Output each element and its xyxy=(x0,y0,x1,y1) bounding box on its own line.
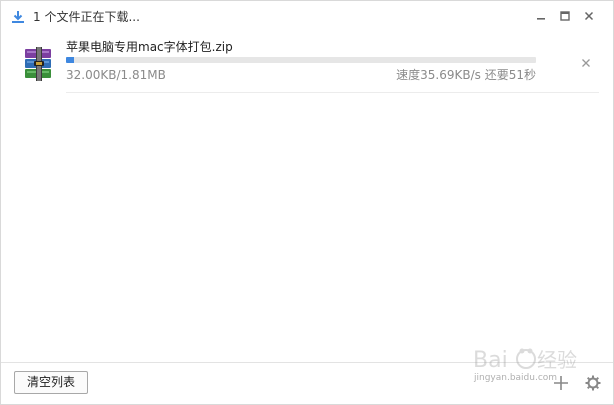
speed-remaining-text: 速度35.69KB/s 还要51秒 xyxy=(396,68,536,82)
item-divider xyxy=(66,92,599,93)
watermark-url: jingyan.baidu.com xyxy=(474,373,558,383)
minimize-button[interactable] xyxy=(532,7,550,25)
add-download-button[interactable] xyxy=(553,375,569,391)
svg-text:Bai: Bai xyxy=(473,348,508,373)
maximize-button[interactable] xyxy=(556,7,574,25)
clear-list-button[interactable]: 清空列表 xyxy=(14,371,88,394)
winrar-archive-icon xyxy=(22,47,56,81)
maximize-icon xyxy=(560,11,570,21)
progress-bar xyxy=(66,57,536,63)
close-button[interactable] xyxy=(580,7,598,25)
size-progress-text: 32.00KB/1.81MB xyxy=(66,68,166,82)
svg-text:经验: 经验 xyxy=(537,348,577,372)
close-icon xyxy=(584,11,594,21)
title-bar[interactable]: 1 个文件正在下载... xyxy=(1,1,613,31)
close-icon xyxy=(582,59,590,67)
progress-bar-fill xyxy=(66,57,74,63)
settings-button[interactable] xyxy=(585,375,601,391)
download-arrow-icon xyxy=(11,9,25,23)
window-title: 1 个文件正在下载... xyxy=(33,10,140,24)
download-manager-window: 1 个文件正在下载... 苹果电脑专用mac字体打包.zip 32.00KB/1… xyxy=(0,0,614,405)
file-name[interactable]: 苹果电脑专用mac字体打包.zip xyxy=(66,39,233,55)
plus-icon xyxy=(554,376,568,390)
download-item[interactable]: 苹果电脑专用mac字体打包.zip 32.00KB/1.81MB 速度35.69… xyxy=(1,33,613,93)
minimize-icon xyxy=(537,18,545,20)
gear-icon xyxy=(585,375,601,391)
remove-item-button[interactable] xyxy=(578,55,594,71)
